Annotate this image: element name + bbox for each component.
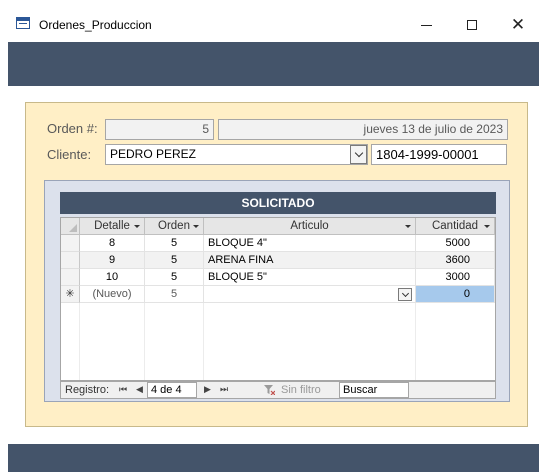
cliente-combo[interactable]: PEDRO PEREZ (105, 144, 368, 165)
sort-dropdown-icon[interactable] (134, 225, 140, 228)
select-all-corner[interactable] (61, 218, 80, 235)
window-title: Ordenes_Produccion (39, 18, 152, 32)
maximize-icon (467, 20, 477, 30)
last-record-button[interactable]: ⏭ (220, 384, 228, 395)
form-footer-band (8, 444, 539, 472)
maximize-button[interactable] (458, 12, 486, 38)
table-cell-cantidad[interactable]: 3600 (416, 252, 495, 269)
fecha-field[interactable]: jueves 13 de julio de 2023 (218, 119, 508, 140)
record-navigation-bar: Registro: ⏮ ◀ 4 de 4 ▶ ⏭ Sin filtro Busc… (60, 381, 496, 399)
new-row-orden[interactable]: 5 (145, 286, 204, 303)
record-label: Registro: (65, 384, 110, 396)
record-selector[interactable] (61, 269, 80, 286)
minimize-button[interactable] (412, 12, 440, 38)
new-row-articulo[interactable] (204, 286, 416, 303)
table-cell-detalle[interactable]: 8 (80, 235, 145, 252)
column-header-detalle[interactable]: Detalle (80, 218, 145, 235)
new-row-detalle[interactable]: (Nuevo) (80, 286, 145, 303)
table-cell-articulo[interactable]: BLOQUE 5" (204, 269, 416, 286)
current-record-input[interactable]: 4 de 4 (147, 382, 197, 398)
table-cell-articulo[interactable]: BLOQUE 4" (204, 235, 416, 252)
table-cell-orden[interactable]: 5 (145, 235, 204, 252)
column-header-articulo[interactable]: Articulo (204, 218, 416, 235)
previous-record-button[interactable]: ◀ (136, 384, 143, 395)
close-button[interactable]: ✕ (504, 12, 532, 38)
table-cell-cantidad[interactable]: 5000 (416, 235, 495, 252)
table-cell-detalle[interactable]: 10 (80, 269, 145, 286)
sort-dropdown-icon[interactable] (484, 225, 490, 228)
table-cell-orden[interactable]: 5 (145, 252, 204, 269)
filter-icon (264, 385, 275, 395)
solicitado-datasheet: Detalle Orden Articulo Cantidad 8 5 BLOQ… (60, 217, 496, 381)
table-cell-orden[interactable]: 5 (145, 269, 204, 286)
filter-toggle[interactable]: Sin filtro (281, 384, 321, 396)
chevron-down-icon (354, 148, 363, 158)
cliente-id-field[interactable]: 1804-1999-00001 (371, 144, 507, 165)
table-cell-cantidad[interactable]: 3000 (416, 269, 495, 286)
minimize-icon (420, 24, 432, 26)
chevron-down-icon (401, 289, 409, 297)
search-input[interactable]: Buscar (339, 382, 409, 398)
cliente-label: Cliente: (47, 147, 92, 162)
column-header-cantidad[interactable]: Cantidad (416, 218, 495, 235)
record-selector[interactable] (61, 235, 80, 252)
sort-dropdown-icon[interactable] (405, 225, 411, 228)
title-bar: Ordenes_Produccion ✕ (0, 0, 539, 42)
subform-title: SOLICITADO (60, 192, 496, 214)
record-selector[interactable] (61, 252, 80, 269)
new-row-cantidad[interactable]: 0 (416, 286, 495, 303)
access-form-icon (16, 17, 30, 29)
articulo-dropdown-button[interactable] (398, 288, 412, 301)
first-record-button[interactable]: ⏮ (119, 384, 127, 395)
table-cell-detalle[interactable]: 9 (80, 252, 145, 269)
orden-label: Orden #: (47, 121, 98, 136)
cliente-dropdown-button[interactable] (350, 145, 367, 164)
column-header-orden[interactable]: Orden (145, 218, 204, 235)
new-record-marker[interactable]: ✳ (61, 286, 80, 303)
form-header-band (8, 42, 539, 86)
orden-number-field[interactable]: 5 (105, 119, 214, 140)
sort-dropdown-icon[interactable] (193, 225, 199, 228)
next-record-button[interactable]: ▶ (204, 384, 211, 395)
table-cell-articulo[interactable]: ARENA FINA (204, 252, 416, 269)
